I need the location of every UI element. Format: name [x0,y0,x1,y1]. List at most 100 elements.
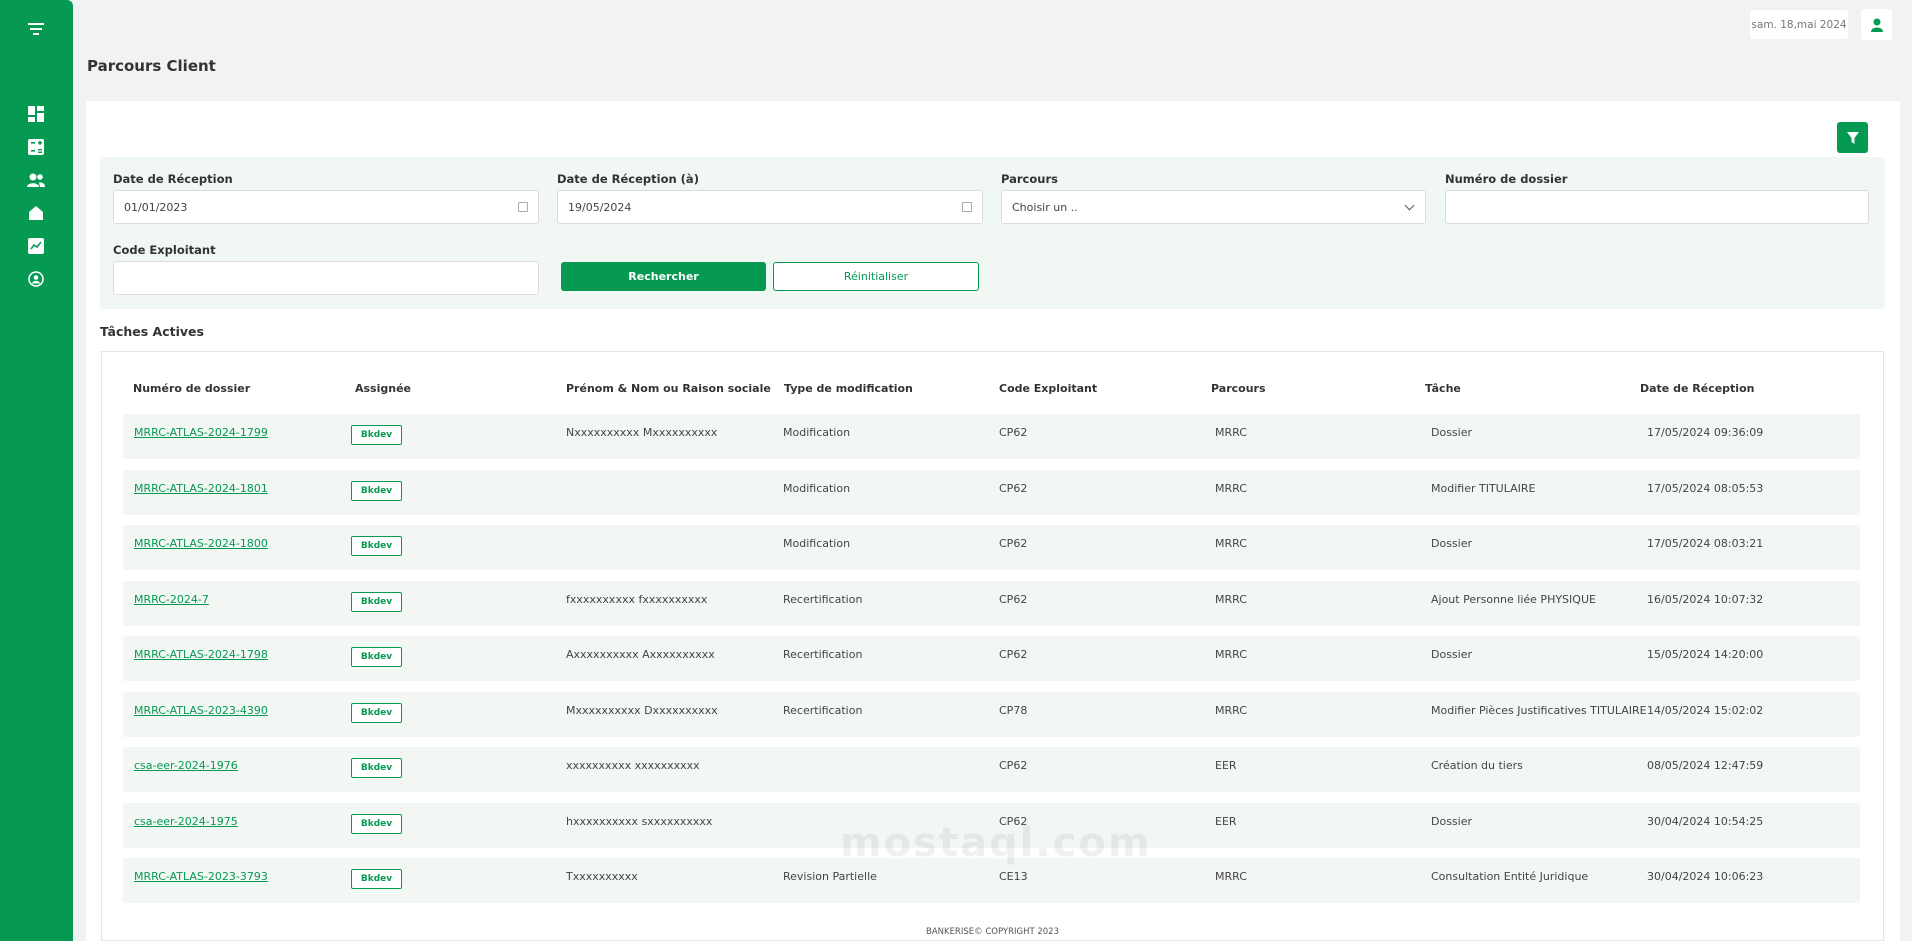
calculator-icon[interactable] [26,137,46,157]
date-from-label: Date de Réception [113,172,233,186]
chart-icon[interactable] [26,236,46,256]
filter-toggle-button[interactable] [1837,122,1868,153]
table-cell: Nxxxxxxxxxx Mxxxxxxxxxx [566,426,718,439]
table-cell: MRRC [1215,426,1247,439]
table-cell: Recertification [783,648,863,661]
user-search-icon[interactable] [26,269,46,289]
table-cell: Revision Partielle [783,870,877,883]
dossier-link[interactable]: MRRC-ATLAS-2024-1798 [134,648,268,661]
table-cell: Consultation Entité Juridique [1431,870,1589,883]
assignee-badge: Bkdev [351,480,402,501]
dossier-link[interactable]: csa-eer-2024-1976 [134,759,238,772]
tasks-section-title: Tâches Actives [100,324,204,339]
table-cell: MRRC [1215,703,1247,717]
exploitant-input[interactable] [113,261,539,295]
assignee-badge: Bkdev [351,758,402,778]
table-cell: 17/05/2024 08:05:53 [1647,481,1764,495]
reset-button[interactable]: Réinitialiser [773,262,979,291]
page-title: Parcours Client [87,57,216,75]
table-cell: fxxxxxxxxxx fxxxxxxxxxx [566,592,708,606]
table-cell: CP62 [999,592,1028,606]
table-cell: 16/05/2024 10:07:32 [1647,592,1764,606]
column-header: Tâche [1425,382,1461,395]
assignee-badge: Bkdev [351,647,402,667]
table-cell: 14/05/2024 15:02:02 [1647,703,1764,717]
table-cell: 17/05/2024 08:03:21 [1647,537,1764,550]
table-cell: 17/05/2024 09:36:09 [1647,426,1764,439]
table-cell: EER [1215,759,1237,772]
table-cell: MRRC [1215,648,1247,661]
table-cell: Modifier Pièces Justificatives TITULAIRE [1431,703,1647,717]
date-to-input[interactable]: 19/05/2024 [557,190,983,224]
column-header: Parcours [1211,382,1266,395]
table-cell: EER [1215,814,1237,828]
table-cell: MRRC [1215,481,1247,495]
assignee-badge: Bkdev [351,869,402,889]
dossier-link[interactable]: MRRC-ATLAS-2024-1800 [134,537,268,550]
users-icon[interactable] [26,170,46,190]
table-cell: CP62 [999,481,1028,495]
table-cell: Modification [783,481,851,495]
dashboard-icon[interactable] [26,104,46,124]
table-cell: hxxxxxxxxxx sxxxxxxxxxx [566,814,713,828]
calendar-icon[interactable] [962,202,972,212]
dossier-link[interactable]: MRRC-ATLAS-2023-3793 [134,870,268,883]
watermark: mostaql.com [840,820,1152,866]
table-cell: Ajout Personne liée PHYSIQUE [1431,592,1596,606]
date-from-input[interactable]: 01/01/2023 [113,190,539,224]
table-cell: Mxxxxxxxxxx Dxxxxxxxxxx [566,703,718,717]
table-cell: Modifier TITULAIRE [1431,481,1536,495]
column-header: Assignée [355,382,412,395]
date-to-label: Date de Réception (à) [557,172,699,186]
menu-icon[interactable] [26,19,46,39]
table-cell: MRRC [1215,537,1247,550]
home-icon[interactable] [26,203,46,223]
table-cell: 30/04/2024 10:06:23 [1647,870,1764,883]
exploitant-label: Code Exploitant [113,243,216,257]
assignee-badge: Bkdev [351,813,402,834]
calendar-icon[interactable] [518,202,528,212]
table-cell: Dossier [1431,814,1473,828]
dossier-label: Numéro de dossier [1445,172,1568,186]
footer-copyright: BANKERISE© COPYRIGHT 2023 [925,927,1059,937]
table-cell: xxxxxxxxxx xxxxxxxxxx [566,759,700,772]
chevron-down-icon [1404,200,1415,211]
table-cell: CP78 [999,703,1028,717]
dossier-link[interactable]: MRRC-ATLAS-2023-4390 [134,704,268,717]
column-header: Prénom & Nom ou Raison sociale [566,382,771,395]
assignee-badge: Bkdev [351,591,402,612]
current-date: sam. 18,mai 2024 [1750,10,1848,39]
parcours-select[interactable]: Choisir un .. [1001,190,1426,224]
table-cell: MRRC [1215,870,1247,883]
table-cell: 15/05/2024 14:20:00 [1647,648,1764,661]
table-cell: Recertification [783,592,863,606]
filter-icon [1846,131,1859,144]
user-profile-button[interactable] [1861,9,1892,40]
column-header: Type de modification [784,382,913,395]
assignee-badge: Bkdev [351,425,402,445]
parcours-selected-value: Choisir un .. [1012,200,1078,214]
table-cell: Recertification [783,703,863,717]
table-cell: CP62 [999,537,1028,550]
table-cell: Dossier [1431,537,1473,550]
table-cell: Dossier [1431,648,1473,661]
table-cell: 30/04/2024 10:54:25 [1647,814,1764,828]
dossier-input[interactable] [1445,190,1869,224]
table-cell: Création du tiers [1431,759,1523,772]
column-header: Date de Réception [1640,382,1755,395]
table-cell: Txxxxxxxxxx [566,870,638,883]
column-header: Code Exploitant [999,382,1098,395]
assignee-badge: Bkdev [351,702,402,723]
date-from-value: 01/01/2023 [124,200,188,214]
table-cell: 08/05/2024 12:47:59 [1647,759,1764,772]
table-cell: Modification [783,537,851,550]
table-cell: MRRC [1215,592,1247,606]
table-cell: Dossier [1431,426,1473,439]
scrollbar[interactable] [1906,0,1912,941]
dossier-link[interactable]: MRRC-ATLAS-2024-1801 [134,482,268,495]
dossier-link[interactable]: csa-eer-2024-1975 [134,815,238,828]
dossier-link[interactable]: MRRC-ATLAS-2024-1799 [134,426,268,439]
table-cell: Modification [783,426,851,439]
search-button[interactable]: Rechercher [561,262,766,291]
dossier-link[interactable]: MRRC-2024-7 [134,593,209,606]
